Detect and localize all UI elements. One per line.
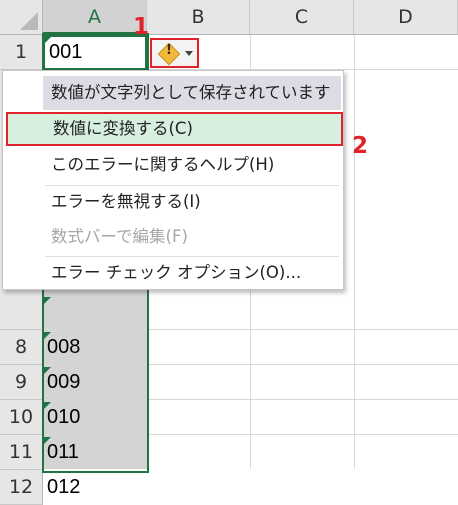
- row-header-7[interactable]: [0, 295, 43, 330]
- row-header-1[interactable]: 1: [0, 35, 43, 70]
- menu-item-error-checking-options[interactable]: エラー チェック オプション(O)...: [43, 256, 341, 290]
- menu-item-ignore-error[interactable]: エラーを無視する(I): [43, 185, 341, 219]
- row-header-8[interactable]: 8: [0, 330, 43, 365]
- column-header-d[interactable]: D: [354, 0, 458, 34]
- warning-exclamation: !: [166, 43, 172, 58]
- menu-header: 数値が文字列として保存されています: [43, 76, 341, 110]
- step-marker-1: 1: [133, 14, 150, 40]
- menu-item-edit-in-formula-bar: 数式バーで編集(F): [51, 227, 188, 246]
- select-all-corner[interactable]: [0, 0, 43, 34]
- error-context-menu: 数値が文字列として保存されています 数値に変換する(C) このエラーに関するヘル…: [2, 70, 344, 290]
- cell-a12[interactable]: 012: [43, 470, 147, 505]
- row-header-9[interactable]: 9: [0, 365, 43, 400]
- row-header-10[interactable]: 10: [0, 400, 43, 435]
- row-header-12[interactable]: 12: [0, 470, 43, 505]
- step-marker-2: 2: [352, 133, 369, 159]
- spreadsheet: A B C D 1 8 9 10 11 12 001 008 009 010 0…: [0, 0, 458, 505]
- row-header-11[interactable]: 11: [0, 435, 43, 470]
- error-options-button[interactable]: !: [150, 38, 199, 68]
- menu-item-convert-to-number[interactable]: 数値に変換する(C): [6, 112, 343, 146]
- column-header-c[interactable]: C: [250, 0, 354, 34]
- menu-icon-column: [3, 71, 41, 289]
- select-all-triangle-icon: [20, 12, 38, 30]
- menu-item-help[interactable]: このエラーに関するヘルプ(H): [43, 148, 341, 182]
- column-header-a[interactable]: A: [43, 0, 147, 35]
- column-header-b[interactable]: B: [147, 0, 250, 34]
- chevron-down-icon: [185, 51, 193, 56]
- grid-line: [354, 34, 355, 469]
